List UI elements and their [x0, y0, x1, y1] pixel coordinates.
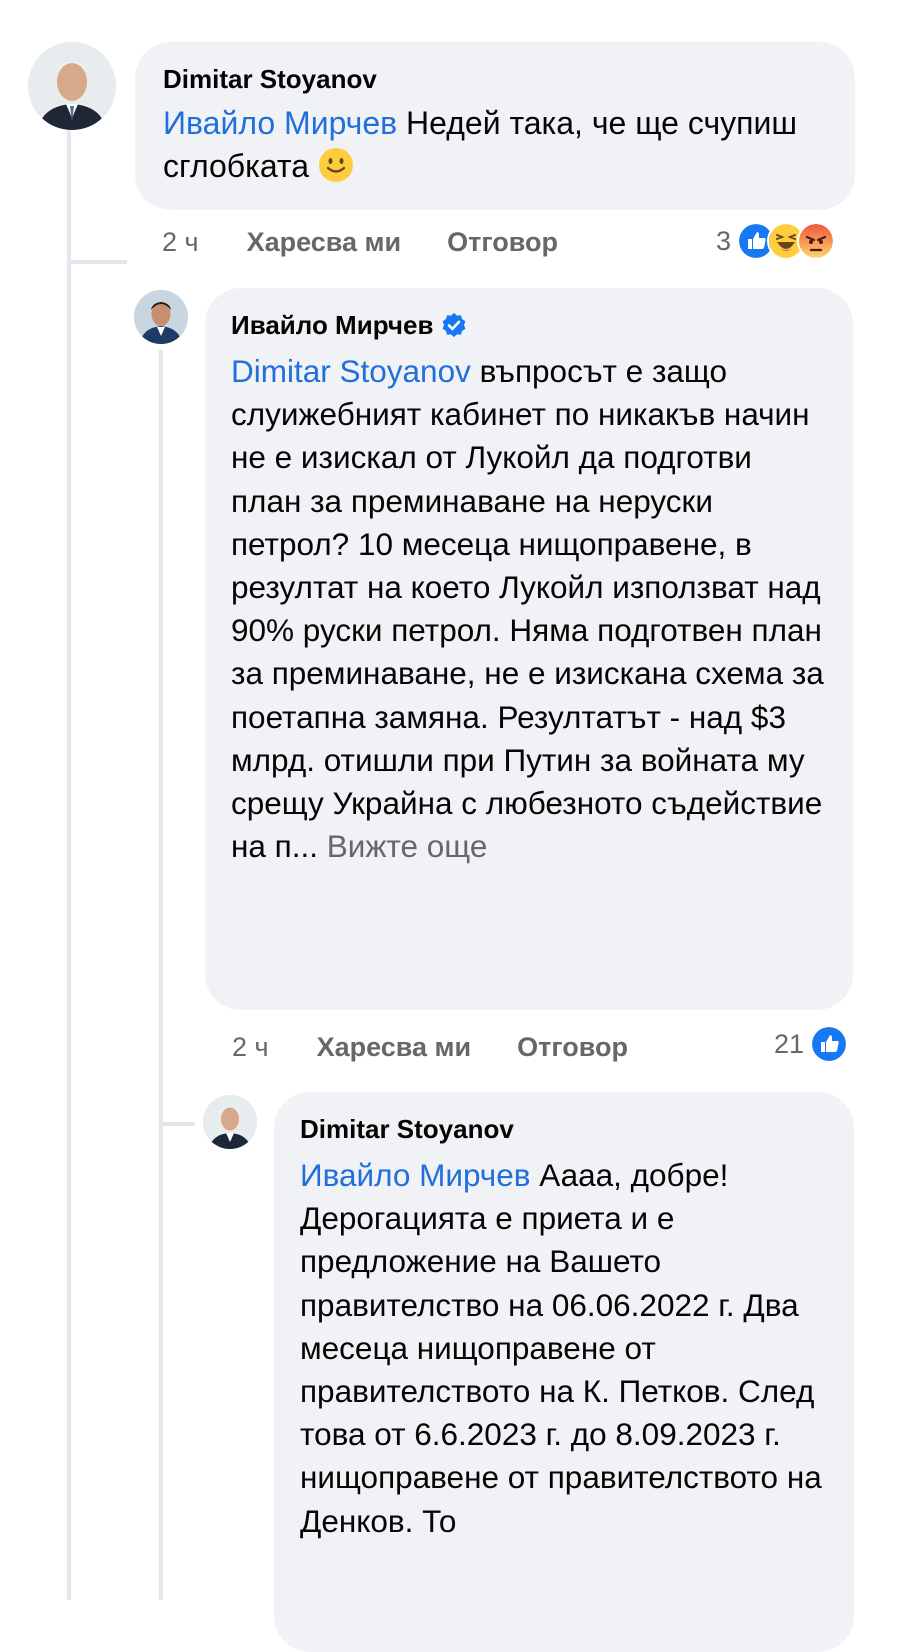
mention-link[interactable]: Dimitar Stoyanov	[231, 353, 471, 389]
verified-badge-icon	[443, 313, 466, 337]
thread-line-reply	[159, 350, 163, 1600]
see-more-link[interactable]: Вижте още	[327, 828, 488, 864]
comment-bubble-2: Ивайло Мирчев Dimitar Stoyanov въпросът …	[205, 288, 853, 1010]
reply-button[interactable]: Отговор	[447, 227, 558, 258]
like-icon	[810, 1025, 849, 1063]
avatar-ivaylo-mirchev[interactable]	[134, 290, 188, 344]
profile-photo-icon	[203, 1095, 257, 1149]
comment-author[interactable]: Dimitar Stoyanov	[163, 62, 827, 96]
like-button[interactable]: Харесва ми	[247, 227, 402, 258]
angry-icon	[797, 222, 836, 260]
comment-author[interactable]: Dimitar Stoyanov	[300, 1112, 828, 1146]
reply-button[interactable]: Отговор	[517, 1032, 628, 1063]
profile-photo-icon	[28, 42, 116, 130]
comment-actions-1: 2 ч Харесва ми Отговор	[162, 225, 604, 259]
reaction-count: 21	[774, 1028, 805, 1059]
slightly-smiling-face-icon	[318, 148, 353, 182]
avatar-dimitar-stoyanov-small[interactable]	[203, 1095, 257, 1149]
comment-text: Dimitar Stoyanov въпросът е защо слуижеб…	[231, 353, 824, 865]
reaction-summary-1[interactable]: 3	[716, 222, 836, 260]
mention-link[interactable]: Ивайло Мирчев	[163, 105, 397, 141]
comment-bubble-3: Dimitar Stoyanov Ивайло Мирчев Аааа, доб…	[274, 1092, 854, 1652]
comment-text: Ивайло Мирчев Аааа, добре! Дерогацията е…	[300, 1157, 822, 1539]
comment-author[interactable]: Ивайло Мирчев	[231, 308, 827, 342]
reaction-count: 3	[716, 225, 732, 256]
profile-photo-icon	[134, 290, 188, 344]
comment-actions-2: 2 ч Харесва ми Отговор	[232, 1030, 674, 1064]
avatar-dimitar-stoyanov[interactable]	[28, 42, 116, 130]
like-button[interactable]: Харесва ми	[317, 1032, 472, 1063]
comment-timestamp[interactable]: 2 ч	[162, 227, 199, 258]
comment-text: Ивайло Мирчев Недей така, че ще счупиш с…	[163, 105, 798, 184]
thread-line-main	[67, 128, 71, 1600]
comment-timestamp[interactable]: 2 ч	[232, 1032, 269, 1063]
mention-link[interactable]: Ивайло Мирчев	[300, 1157, 530, 1193]
comment-bubble-1: Dimitar Stoyanov Ивайло Мирчев Недей так…	[135, 42, 855, 210]
thread-line-branch-1	[67, 260, 127, 264]
reaction-summary-2[interactable]: 21	[774, 1025, 849, 1063]
thread-line-branch-2	[159, 1122, 195, 1126]
